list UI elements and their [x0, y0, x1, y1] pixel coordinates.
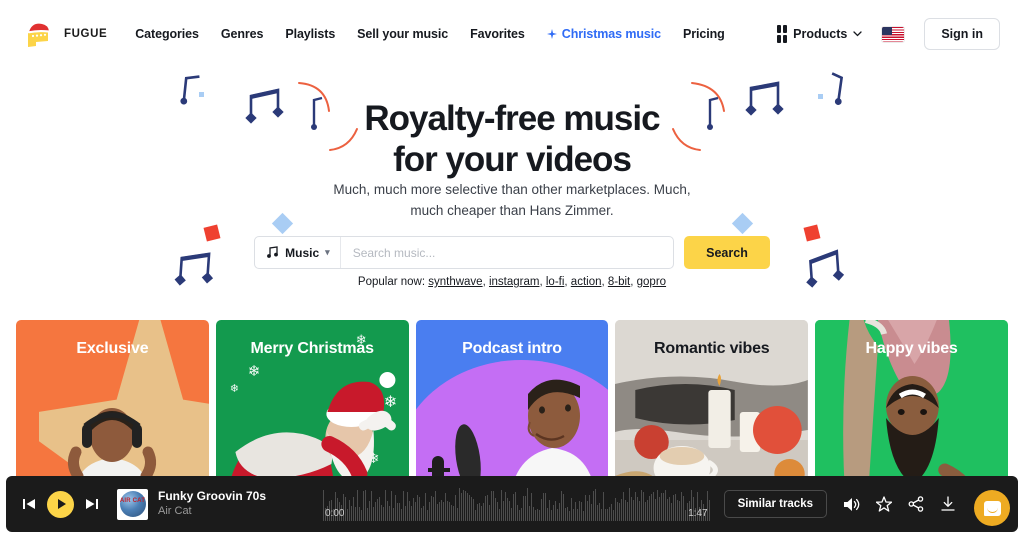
popular-tag-8-bit[interactable]: 8-bit — [608, 276, 630, 288]
hero-subtitle: Much, much more selective than other mar… — [0, 180, 1024, 222]
grid-icon — [777, 25, 788, 43]
card-title: Happy vibes — [865, 340, 958, 357]
track-title: Funky Groovin 70s — [158, 489, 267, 504]
chevron-down-icon — [853, 31, 862, 37]
search-bar: Music ▾ Search — [0, 236, 1024, 269]
nav-right-group: Products Sign in — [777, 18, 1008, 50]
category-card-happy-vibes[interactable]: Happy vibes — [815, 320, 1008, 500]
volume-icon[interactable] — [843, 497, 860, 512]
hero-title-line1: Royalty-free music — [364, 99, 660, 138]
category-cards: Exclusive ❄ ❄ ❄ ❄ ❄ ❄ — [16, 320, 1008, 500]
search-input[interactable] — [340, 237, 674, 268]
nav-item-pricing[interactable]: Pricing — [683, 27, 725, 41]
nav-item-playlists[interactable]: Playlists — [285, 27, 335, 41]
player-transport-controls — [16, 490, 107, 518]
category-card-romantic-vibes[interactable]: Romantic vibes — [615, 320, 809, 500]
play-icon — [57, 499, 66, 509]
card-title: Exclusive — [76, 340, 149, 357]
logo-text: FUGUE — [64, 28, 108, 40]
page-title: Royalty-free music for your videos — [0, 98, 1024, 181]
sparkle-icon — [546, 29, 557, 39]
nav-links: Categories Genres Playlists Sell your mu… — [135, 27, 725, 41]
hero-title-line2: for your videos — [393, 140, 632, 180]
music-note-icon — [267, 246, 279, 258]
hero-subtitle-line2: much cheaper than Hans Zimmer. — [410, 202, 614, 218]
card-title: Podcast intro — [462, 340, 562, 357]
sign-in-button[interactable]: Sign in — [924, 18, 1000, 50]
hero-subtitle-line1: Much, much more selective than other mar… — [333, 182, 691, 197]
waveform[interactable] — [323, 487, 710, 521]
nav-item-christmas-music-label: Christmas music — [561, 27, 661, 41]
track-artist: Air Cat — [158, 505, 192, 518]
similar-tracks-button[interactable]: Similar tracks — [723, 490, 827, 518]
album-art[interactable]: AIR CAT — [117, 488, 148, 520]
time-total: 1:47 — [688, 508, 708, 519]
play-button[interactable] — [47, 490, 74, 518]
search-type-select[interactable]: Music ▾ — [255, 237, 341, 268]
card-title: Romantic vibes — [654, 340, 770, 357]
nav-item-sell-your-music[interactable]: Sell your music — [357, 27, 448, 41]
album-art-text: AIR CAT — [119, 497, 146, 504]
square-decor-small-icon — [199, 92, 204, 97]
card-title: Merry Christmas — [250, 340, 374, 357]
top-navigation-bar: FUGUE Categories Genres Playlists Sell y… — [0, 0, 1024, 68]
category-card-exclusive[interactable]: Exclusive — [16, 320, 209, 500]
skip-previous-icon[interactable] — [22, 497, 36, 511]
now-playing-info: AIR CAT Funky Groovin 70s Air Cat — [117, 488, 317, 520]
search-box: Music ▾ — [254, 236, 675, 269]
homepage: FUGUE Categories Genres Playlists Sell y… — [0, 0, 1024, 538]
nav-item-genres[interactable]: Genres — [221, 27, 264, 41]
fugue-santa-hat-logo-icon — [22, 19, 56, 49]
audio-player-bar: AIR CAT Funky Groovin 70s Air Cat 0:00 1… — [6, 476, 1018, 532]
share-icon[interactable] — [908, 496, 924, 512]
popular-tag-synthwave[interactable]: synthwave — [428, 276, 482, 288]
chat-bubble-button[interactable] — [974, 490, 1010, 526]
nav-item-christmas-music[interactable]: Christmas music — [546, 27, 661, 41]
popular-searches: Popular now: synthwave, instagram, lo-fi… — [357, 276, 667, 288]
popular-tag-instagram[interactable]: instagram — [489, 276, 540, 288]
category-card-podcast-intro[interactable]: Podcast intro — [415, 320, 609, 500]
search-type-label: Music — [285, 245, 320, 260]
popular-tag-action[interactable]: action — [571, 276, 602, 288]
popular-tag-lo-fi[interactable]: lo-fi — [546, 276, 565, 288]
download-icon[interactable] — [940, 496, 956, 512]
site-logo[interactable]: FUGUE — [16, 19, 107, 49]
star-icon[interactable] — [876, 496, 892, 512]
nav-item-categories[interactable]: Categories — [135, 27, 199, 41]
nav-item-favorites[interactable]: Favorites — [470, 27, 525, 41]
us-flag-icon[interactable] — [882, 26, 905, 42]
category-card-merry-christmas[interactable]: ❄ ❄ ❄ ❄ ❄ ❄ Merry C — [215, 320, 409, 500]
popular-label: Popular now: — [357, 276, 426, 288]
chat-bubble-icon — [983, 500, 1001, 516]
chevron-down-icon: ▾ — [325, 247, 330, 257]
search-button[interactable]: Search — [684, 236, 770, 269]
track-meta: Funky Groovin 70s Air Cat — [158, 489, 266, 518]
popular-tag-gopro[interactable]: gopro — [637, 276, 666, 288]
globe-artwork — [119, 491, 146, 517]
player-actions: Similar tracks — [716, 490, 1008, 518]
products-dropdown[interactable]: Products — [777, 25, 862, 43]
waveform-scrubber[interactable]: 0:00 1:47 — [323, 487, 710, 521]
products-label: Products — [793, 27, 848, 41]
time-current: 0:00 — [325, 508, 345, 519]
skip-next-icon[interactable] — [85, 497, 99, 511]
